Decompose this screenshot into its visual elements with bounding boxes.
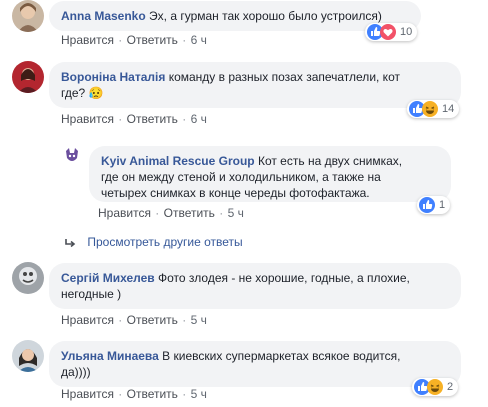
comment-bubble: Сергій Михелев Фото злодея - не хорошие,… [49,263,461,309]
haha-icon [422,101,438,117]
separator: · [182,387,187,401]
like-link[interactable]: Нравится [61,112,114,126]
separator: · [118,112,123,126]
reactions-count: 10 [400,26,413,38]
reply-link[interactable]: Ответить [127,387,178,401]
avatar[interactable] [12,61,44,93]
separator: · [182,313,187,327]
author-name[interactable]: Kyiv Animal Rescue Group [101,154,255,168]
comment-text: команду в разных позах запечатлели, кот [168,70,400,84]
timestamp[interactable]: 6 ч [191,112,207,126]
separator: · [118,387,123,401]
comment-actions: Нравится · Ответить · 6 ч [61,32,207,48]
comment-text: да)))) [61,365,91,379]
author-name[interactable]: Ульяна Минаева [61,349,159,363]
avatar[interactable] [12,340,44,372]
like-link[interactable]: Нравится [61,33,114,47]
more-replies-label: Просмотреть другие ответы [87,235,243,249]
timestamp[interactable]: 6 ч [191,33,207,47]
like-link[interactable]: Нравится [61,313,114,327]
comment-bubble: Kyiv Animal Rescue Group Кот есть на дву… [89,146,451,202]
reactions-badge[interactable]: 1 [417,196,451,214]
reactions-count: 1 [439,199,446,211]
comment-text: где? 😥 [61,86,104,100]
reply-link[interactable]: Ответить [127,112,178,126]
view-more-replies-link[interactable]: Просмотреть другие ответы [64,234,243,250]
comment-actions: Нравится · Ответить · 6 ч [61,111,207,127]
comment-text: четырех снимках в конце череды фотофакта… [101,186,370,200]
comment-bubble: Anna Masenko Эх, а гурман так хорошо был… [49,1,421,31]
timestamp[interactable]: 5 ч [191,313,207,327]
comment-text: Эх, а гурман так хорошо было устроился) [149,9,382,23]
reactions-badge[interactable]: 10 [365,23,418,41]
comment-actions: Нравится · Ответить · 5 ч [98,205,244,221]
comment-text: где он между стеной и холодильником, а т… [101,170,381,184]
comment-bubble: Вороніна Наталія команду в разных позах … [49,62,461,108]
avatar[interactable] [12,0,44,32]
reactions-badge[interactable]: 2 [412,378,459,396]
comment-bubble: Ульяна Минаева В киевских супермаркетах … [49,341,461,387]
reply-link[interactable]: Ответить [127,313,178,327]
comment-text: Фото злодея - не хорошие, годные, а плох… [158,271,410,285]
like-link[interactable]: Нравится [61,387,114,401]
author-name[interactable]: Вороніна Наталія [61,70,165,84]
reactions-count: 14 [442,103,455,115]
separator: · [182,112,187,126]
author-name[interactable]: Сергій Михелев [61,271,155,285]
timestamp[interactable]: 5 ч [228,206,244,220]
avatar[interactable] [62,146,82,166]
separator: · [118,33,123,47]
reply-link[interactable]: Ответить [164,206,215,220]
author-name[interactable]: Anna Masenko [61,9,146,23]
separator: · [219,206,224,220]
comment-text: В киевских супермаркетах всякое водится, [162,349,401,363]
like-link[interactable]: Нравится [98,206,151,220]
separator: · [182,33,187,47]
like-icon [419,197,435,213]
comment-text: негодные ) [61,287,122,301]
comment-actions: Нравится · Ответить · 5 ч [61,386,207,402]
reply-link[interactable]: Ответить [127,33,178,47]
comment-text: Кот есть на двух снимках, [257,154,403,168]
separator: · [118,313,123,327]
reactions-count: 2 [447,381,454,393]
timestamp[interactable]: 5 ч [191,387,207,401]
comment-actions: Нравится · Ответить · 5 ч [61,312,207,328]
haha-icon [427,379,443,395]
avatar[interactable] [12,262,44,294]
reply-arrow-icon [64,235,87,249]
separator: · [155,206,160,220]
love-icon [380,24,396,40]
reactions-badge[interactable]: 14 [407,100,460,118]
